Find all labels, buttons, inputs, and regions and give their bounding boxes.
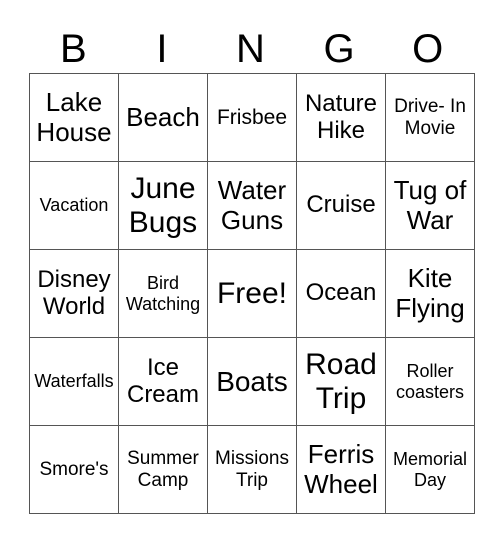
header-letter-g: G (323, 27, 355, 71)
bingo-cell-text: Tug of War (393, 175, 467, 235)
bingo-row: Disney World Bird Watching Free! Ocean Kite … (29, 249, 475, 338)
bingo-cell-text: Nature Hike (304, 89, 378, 144)
bingo-cell-text: Bird Watching (125, 273, 201, 314)
bingo-cell[interactable]: Boats (207, 337, 297, 426)
bingo-cell-text: Ice Cream (126, 353, 199, 408)
bingo-cell[interactable]: June Bugs (118, 161, 208, 250)
bingo-cell-text: Ocean (305, 279, 377, 307)
bingo-cell-text: Memorial Day (392, 449, 467, 490)
bingo-cell[interactable]: Missions Trip (207, 425, 297, 514)
bingo-cell-text: Vacation (39, 195, 109, 216)
bingo-cell[interactable]: Ocean (296, 249, 386, 338)
bingo-cell-text: Disney World (37, 265, 111, 320)
bingo-cell-text: June Bugs (128, 171, 198, 239)
bingo-cell-text: Cruise (306, 191, 376, 219)
header-letter-i: I (156, 27, 168, 71)
bingo-cell[interactable]: Waterfalls (29, 337, 119, 426)
header-letter-b: B (59, 27, 87, 71)
bingo-cell[interactable]: Cruise (296, 161, 386, 250)
bingo-cell[interactable]: Kite Flying (385, 249, 475, 338)
bingo-cell-text: Free! (216, 276, 288, 310)
bingo-cell-text: Road Trip (305, 347, 377, 415)
bingo-cell[interactable]: Road Trip (296, 337, 386, 426)
bingo-cell-text: Ferris Wheel (304, 439, 378, 499)
bingo-cell[interactable]: Drive- In Movie (385, 73, 475, 162)
bingo-cell[interactable]: Disney World (29, 249, 119, 338)
bingo-cell-text: Missions Trip (215, 448, 289, 491)
bingo-cell-text: Boats (216, 365, 288, 397)
bingo-row: Smore's Summer Camp Missions Trip Ferris Wh… (29, 425, 475, 514)
bingo-cell-text: Smore's (39, 458, 109, 480)
bingo-cell[interactable]: Memorial Day (385, 425, 475, 514)
bingo-cell-text: Water Guns (217, 175, 287, 235)
bingo-cell[interactable]: Summer Camp (118, 425, 208, 514)
bingo-cell-text: Beach (126, 101, 200, 132)
bingo-cell[interactable]: Tug of War (385, 161, 475, 250)
bingo-cell-text: Roller coasters (395, 361, 465, 402)
bingo-cell[interactable]: Smore's (29, 425, 119, 514)
bingo-grid: Lake House Beach Frisbee Nature Hike Drive- … (29, 73, 475, 514)
bingo-cell[interactable]: Ferris Wheel (296, 425, 386, 514)
bingo-cell[interactable]: Vacation (29, 161, 119, 250)
header-letter-n: N (236, 27, 265, 71)
bingo-cell-text: Lake House (36, 87, 112, 147)
bingo-cell[interactable]: Roller coasters (385, 337, 475, 426)
bingo-cell[interactable]: Water Guns (207, 161, 297, 250)
bingo-cell[interactable]: Nature Hike (296, 73, 386, 162)
bingo-cell[interactable]: Lake House (29, 73, 119, 162)
bingo-cell-text: Frisbee (216, 105, 288, 129)
bingo-row: Lake House Beach Frisbee Nature Hike Drive- … (29, 73, 475, 162)
bingo-row: Vacation June Bugs Water Guns Cruise Tug of … (29, 161, 475, 250)
bingo-row: Waterfalls Ice Cream Boats Road Trip Roller … (29, 337, 475, 426)
bingo-cell-text: Waterfalls (34, 371, 114, 392)
bingo-cell-text: Summer Camp (127, 448, 199, 491)
header-letter-o: O (412, 27, 444, 71)
bingo-cell-text: Kite Flying (395, 263, 465, 323)
bingo-cell[interactable]: Frisbee (207, 73, 297, 162)
bingo-cell[interactable]: Bird Watching (118, 249, 208, 338)
bingo-cell[interactable]: Beach (118, 73, 208, 162)
bingo-cell[interactable]: Ice Cream (118, 337, 208, 426)
bingo-cell-text: Drive- In Movie (394, 96, 466, 139)
bingo-header: B I N G O (29, 24, 472, 74)
bingo-cell[interactable]: Free! (207, 249, 297, 338)
